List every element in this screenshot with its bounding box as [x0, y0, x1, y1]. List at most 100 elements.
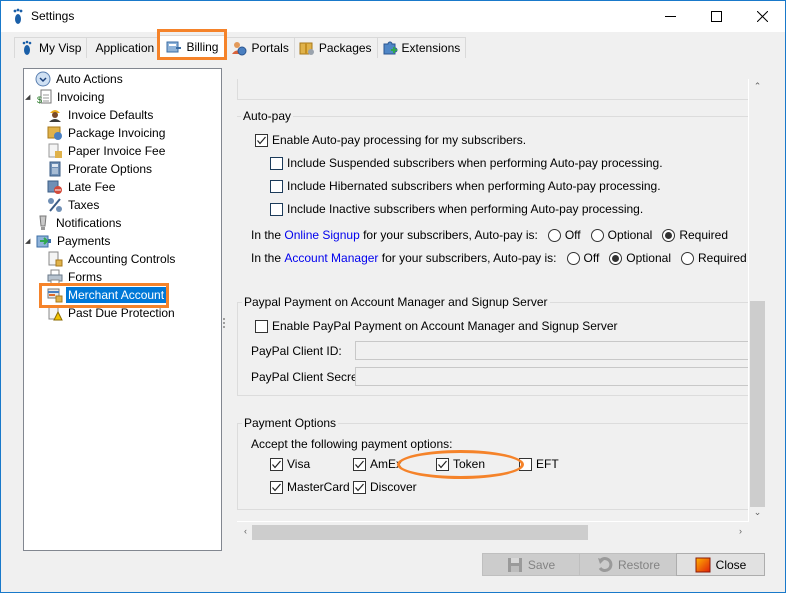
vertical-scrollbar[interactable]: ⌃ ⌄ [750, 79, 765, 522]
online-signup-link[interactable]: Online Signup [284, 228, 359, 242]
radio-optional[interactable] [609, 251, 623, 265]
text: for your subscribers, Auto-pay is: [378, 251, 557, 265]
horizontal-scrollbar[interactable]: ‹ › [237, 523, 749, 540]
tree-item-forms[interactable]: Forms [47, 268, 104, 286]
payment-options-group-title: Payment Options [242, 416, 339, 430]
account-manager-link[interactable]: Account Manager [284, 251, 378, 265]
tab-packages[interactable]: Packages [293, 37, 378, 58]
window-title: Settings [31, 9, 75, 23]
tree-item-past-due-protection[interactable]: Past Due Protection [47, 304, 177, 322]
title-bar: Settings [1, 1, 785, 32]
radio-optional[interactable] [590, 228, 604, 242]
scroll-down-arrow-icon[interactable]: ⌄ [750, 507, 765, 524]
checkmark-icon [257, 136, 266, 144]
checkbox[interactable] [270, 202, 283, 216]
include-suspended-checkbox[interactable]: Include Suspended subscribers when perfo… [270, 156, 663, 170]
splitter-handle[interactable] [223, 318, 226, 332]
save-button[interactable]: Save [482, 553, 580, 576]
checkbox[interactable] [255, 319, 268, 333]
close-window-button[interactable] [739, 1, 785, 32]
tab-my-visp[interactable]: My Visp [14, 37, 88, 58]
checkbox[interactable] [270, 156, 283, 170]
tree-label: Invoice Defaults [68, 108, 154, 122]
restore-icon [597, 556, 613, 572]
tree-item-auto-actions[interactable]: Auto Actions [35, 70, 125, 88]
expanded-arrow-icon[interactable]: ◢ [25, 93, 35, 101]
radio-off[interactable] [547, 228, 561, 242]
discover-checkbox[interactable]: Discover [353, 480, 417, 494]
checkbox-label: Token [453, 457, 486, 471]
text: In the [251, 251, 285, 265]
tree-label: Forms [68, 270, 102, 284]
tree-label: Past Due Protection [68, 306, 175, 320]
tree-item-prorate-options[interactable]: Prorate Options [47, 160, 154, 178]
close-square-icon [695, 557, 711, 572]
eft-checkbox[interactable]: EFT [519, 457, 559, 471]
radio-label: Optional [626, 251, 671, 265]
worker-icon [49, 110, 61, 122]
checkbox[interactable] [436, 457, 449, 471]
restore-button[interactable]: Restore [579, 553, 678, 576]
checkbox[interactable] [353, 480, 366, 494]
tree-item-invoicing[interactable]: ◢ $ Invoicing [25, 88, 106, 106]
paypal-group-title: Paypal Payment on Account Manager and Si… [242, 295, 550, 309]
tree-item-payments[interactable]: ◢ Payments [25, 232, 112, 250]
horizontal-scroll-thumb[interactable] [252, 525, 588, 540]
tree-item-paper-invoice-fee[interactable]: Paper Invoice Fee [47, 142, 167, 160]
paypal-client-secret-label: PayPal Client Secret: [251, 370, 365, 384]
scroll-up-arrow-icon[interactable]: ⌃ [750, 81, 765, 98]
mastercard-checkbox[interactable]: MasterCard [270, 480, 350, 494]
paypal-client-id-label: PayPal Client ID: [251, 344, 342, 358]
radio-off[interactable] [566, 251, 580, 265]
tab-portals[interactable]: Portals [226, 37, 295, 58]
payments-icon [36, 235, 51, 248]
tree-label: Paper Invoice Fee [68, 144, 166, 158]
checkbox-label: Include Hibernated subscribers when perf… [287, 179, 661, 193]
expanded-arrow-icon[interactable]: ◢ [25, 237, 35, 245]
tab-billing[interactable]: Billing [157, 35, 228, 58]
radio-required[interactable] [662, 228, 676, 242]
tab-label: Billing [186, 39, 219, 54]
enable-paypal-checkbox[interactable]: Enable PayPal Payment on Account Manager… [255, 319, 618, 333]
radio-required[interactable] [681, 251, 694, 265]
tree-item-accounting-controls[interactable]: Accounting Controls [47, 250, 177, 268]
vertical-scroll-thumb[interactable] [750, 301, 765, 507]
tab-extensions[interactable]: Extensions [376, 37, 467, 58]
tree-item-merchant-account[interactable]: Merchant Account [47, 286, 167, 304]
include-inactive-checkbox[interactable]: Include Inactive subscribers when perfor… [270, 202, 643, 216]
payment-options-prompt: Accept the following payment options: [251, 437, 453, 451]
tree-item-late-fee[interactable]: Late Fee [47, 178, 117, 196]
invoice-icon: $ [37, 89, 52, 105]
scroll-right-arrow-icon[interactable]: › [732, 523, 749, 540]
warning-document-icon [48, 305, 63, 321]
tree-item-package-invoicing[interactable]: Package Invoicing [47, 124, 167, 142]
save-label: Save [527, 557, 556, 572]
tree-item-taxes[interactable]: Taxes [47, 196, 101, 214]
checkbox[interactable] [353, 457, 366, 471]
tree-item-notifications[interactable]: Notifications [35, 214, 123, 232]
close-button[interactable]: Close [676, 553, 765, 576]
enable-autopay-checkbox[interactable]: Enable Auto-pay processing for my subscr… [255, 133, 526, 147]
visa-checkbox[interactable]: Visa [270, 457, 310, 471]
paypal-client-secret-input[interactable] [355, 367, 748, 386]
tree-item-invoice-defaults[interactable]: Invoice Defaults [47, 106, 155, 124]
token-checkbox[interactable]: Token [436, 457, 485, 471]
radio-label: Required [679, 228, 729, 242]
settings-window: Settings My Visp Application Billing Por… [0, 0, 786, 593]
tree-label: Package Invoicing [68, 126, 166, 140]
minimize-button[interactable] [647, 1, 693, 32]
close-label: Close [715, 557, 747, 572]
checkbox[interactable] [270, 480, 283, 494]
maximize-button[interactable] [693, 1, 739, 32]
paypal-client-id-input[interactable] [355, 341, 748, 360]
checkbox[interactable] [270, 457, 283, 471]
checkbox[interactable] [519, 457, 532, 471]
amex-checkbox[interactable]: AmEx [353, 457, 402, 471]
checkbox[interactable] [255, 133, 268, 147]
save-icon [507, 557, 522, 572]
include-hibernated-checkbox[interactable]: Include Hibernated subscribers when perf… [270, 179, 661, 193]
printer-icon [47, 269, 63, 285]
tab-application[interactable]: Application [86, 37, 159, 58]
online-signup-autopay-row: In the Online Signup for your subscriber… [251, 228, 728, 242]
checkbox[interactable] [270, 179, 283, 193]
